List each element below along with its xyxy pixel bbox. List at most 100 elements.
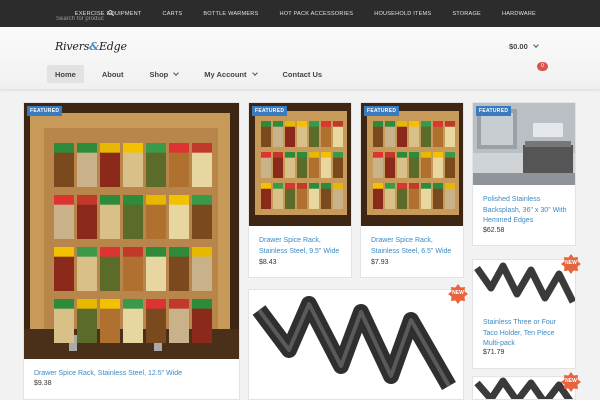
spice-jar — [54, 307, 74, 343]
product-card[interactable] — [248, 289, 464, 400]
spice-jar — [433, 188, 443, 209]
spice-jar-cap — [309, 121, 319, 127]
product-title[interactable]: Stainless Three or Four Taco Holder, Ten… — [483, 318, 571, 350]
spice-jar — [54, 151, 74, 187]
product-title[interactable]: Polished Stainless Backsplash, 36" x 30"… — [483, 195, 573, 227]
spice-jar — [123, 203, 143, 239]
product-card[interactable]: FEATURED Drawer Spice Rack, Stainless St… — [23, 102, 240, 400]
main-nav: Home About Shop My Account Contact Us — [47, 65, 340, 83]
spice-jar-cap — [273, 121, 283, 127]
spice-jar-cap — [192, 299, 212, 309]
product-image[interactable] — [249, 290, 463, 399]
spice-jar-cap — [123, 299, 143, 309]
spice-jar — [169, 307, 189, 343]
spice-jar-cap — [373, 152, 383, 158]
site-logo[interactable]: Rivers&Edge — [55, 40, 127, 53]
spice-jar — [297, 126, 307, 147]
nav-my-account[interactable]: My Account — [196, 65, 264, 83]
spice-jar-cap — [100, 247, 120, 257]
nav-about[interactable]: About — [94, 65, 132, 83]
product-card[interactable]: Stainless Three or Four Taco Holder, Ten… — [472, 259, 576, 369]
product-image[interactable]: FEATURED — [24, 103, 239, 359]
spice-jar — [421, 126, 431, 147]
spice-jar-cap — [273, 152, 283, 158]
spice-jar — [333, 188, 343, 209]
spice-jar-cap — [77, 195, 97, 205]
spice-jar — [397, 126, 407, 147]
product-title[interactable]: Drawer Spice Rack, Stainless Steel, 6.5"… — [371, 236, 461, 257]
product-card[interactable]: FEATURED Polished Stainless Backsplash, … — [472, 102, 576, 246]
spice-jar-cap — [123, 143, 143, 153]
spice-jar-cap — [169, 143, 189, 153]
top-nav-exercise-equipment[interactable]: EXERCISE EQUIPMENT — [75, 11, 142, 17]
spice-jar — [77, 203, 97, 239]
nav-home-label: Home — [55, 69, 76, 79]
featured-badge: FEATURED — [364, 106, 400, 116]
nav-contact-us[interactable]: Contact Us — [275, 65, 331, 83]
spice-jar-cap — [445, 152, 455, 158]
top-nav-hardware[interactable]: HARDWARE — [502, 11, 536, 17]
cart-count-badge: 0 — [537, 62, 548, 71]
taco-holder-image — [249, 290, 463, 399]
cart-button[interactable]: $0.00 — [509, 42, 539, 51]
new-badge-label: NEW — [565, 378, 577, 384]
spice-jar — [123, 307, 143, 343]
product-price: $9.38 — [34, 380, 52, 387]
spice-jar — [385, 126, 395, 147]
spice-jar — [169, 255, 189, 291]
spice-jar — [192, 307, 212, 343]
top-nav-household-items[interactable]: HOUSEHOLD ITEMS — [374, 11, 431, 17]
product-image[interactable]: FEATURED — [249, 103, 351, 226]
top-nav-bottle-warmers[interactable]: BOTTLE WARMERS — [203, 11, 258, 17]
spice-jar — [309, 157, 319, 178]
spice-jar — [333, 157, 343, 178]
spice-jar — [192, 203, 212, 239]
spice-jar-cap — [433, 183, 443, 189]
nav-shop[interactable]: Shop — [142, 65, 187, 83]
product-price: $62.58 — [483, 227, 505, 234]
spice-jar-cap — [54, 143, 74, 153]
spice-jar — [445, 126, 455, 147]
spice-jar-cap — [433, 121, 443, 127]
site-header: Rivers&Edge Home About Shop My Account C… — [0, 27, 600, 90]
logo-text-right: Edge — [98, 40, 127, 53]
spice-jar — [146, 255, 166, 291]
spice-jar-cap — [297, 121, 307, 127]
spice-jar — [273, 157, 283, 178]
spice-jar-cap — [445, 121, 455, 127]
spice-jar — [397, 188, 407, 209]
product-image[interactable]: FEATURED — [361, 103, 463, 226]
spice-jar-cap — [333, 183, 343, 189]
spice-jar-cap — [100, 195, 120, 205]
spice-jar-cap — [321, 121, 331, 127]
spice-jar — [169, 203, 189, 239]
top-nav: EXERCISE EQUIPMENT CARTS BOTTLE WARMERS … — [75, 0, 600, 27]
top-nav-hot-pack-accessories[interactable]: HOT PACK ACCESSORIES — [279, 11, 353, 17]
spice-jar-cap — [321, 152, 331, 158]
product-title[interactable]: Drawer Spice Rack, Stainless Steel, 12.5… — [34, 369, 234, 380]
nav-home[interactable]: Home — [47, 65, 84, 83]
product-card[interactable]: FEATURED Drawer Spice Rack, Stainless St… — [360, 102, 464, 278]
new-badge: NEW — [561, 372, 581, 392]
spice-rack-image — [361, 103, 463, 226]
spice-jar — [445, 188, 455, 209]
spice-jar-cap — [261, 183, 271, 189]
logo-text-left: Rivers — [55, 40, 90, 53]
spice-jar — [373, 157, 383, 178]
spice-jar-cap — [261, 152, 271, 158]
spice-jar-cap — [409, 152, 419, 158]
product-card[interactable]: FEATURED Drawer Spice Rack, Stainless St… — [248, 102, 352, 278]
product-image[interactable]: FEATURED — [473, 103, 575, 185]
spice-jar-cap — [146, 299, 166, 309]
spice-jar — [297, 157, 307, 178]
spice-jar-cap — [285, 152, 295, 158]
new-badge: NEW — [561, 254, 581, 274]
spice-jar-cap — [123, 195, 143, 205]
top-nav-storage[interactable]: STORAGE — [452, 11, 481, 17]
top-nav-carts[interactable]: CARTS — [163, 11, 183, 17]
spice-jar — [100, 307, 120, 343]
spice-jar — [54, 203, 74, 239]
spice-jar — [77, 307, 97, 343]
product-title[interactable]: Drawer Spice Rack, Stainless Steel, 9.5"… — [259, 236, 349, 257]
spice-jar — [385, 157, 395, 178]
